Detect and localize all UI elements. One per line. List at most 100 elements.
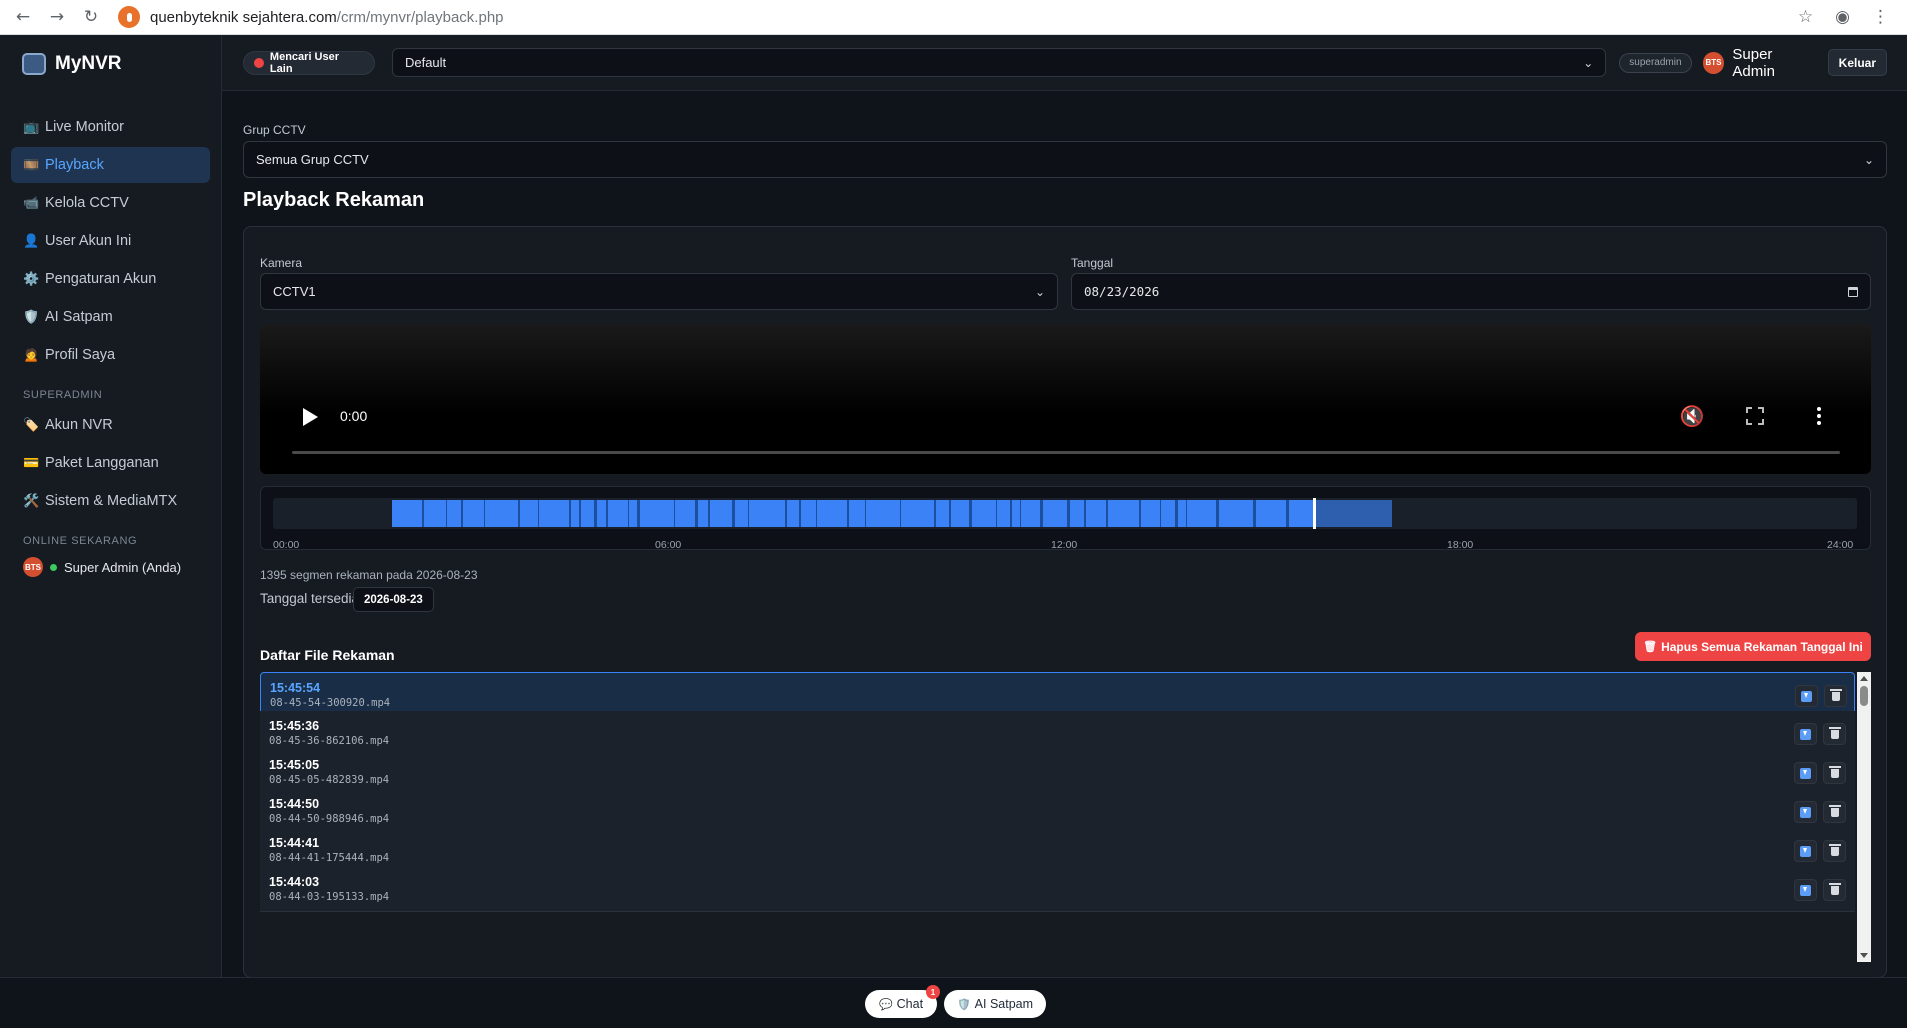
timeline-segment-gap xyxy=(1253,500,1256,527)
profile-select[interactable]: Default ⌄ xyxy=(391,48,1607,77)
file-time: 15:44:41 xyxy=(269,836,320,850)
sidebar-item-user-akun[interactable]: 👤 User Akun Ini xyxy=(11,223,210,259)
date-input-value: 08/23/2026 xyxy=(1084,284,1160,299)
download-icon[interactable] xyxy=(1794,840,1817,862)
download-icon[interactable] xyxy=(1794,879,1817,901)
timeline-segment-gap xyxy=(606,500,608,527)
film-icon: 🎞️ xyxy=(23,157,40,173)
download-icon[interactable] xyxy=(1794,762,1817,784)
video-camera-icon: 📹 xyxy=(23,195,40,211)
camera-label: Kamera xyxy=(260,256,303,270)
top-bar: Mencari User Lain Default ⌄ superadmin B… xyxy=(222,35,1907,91)
sidebar-item-paket-langganan[interactable]: 💳 Paket Langganan xyxy=(11,445,210,481)
segment-summary: 1395 segmen rekaman pada 2026-08-23 xyxy=(260,568,478,582)
file-list-scrollbar[interactable] xyxy=(1857,672,1871,962)
video-time: 0:00 xyxy=(340,408,368,424)
play-icon[interactable] xyxy=(303,408,318,426)
searching-user-label: Mencari User Lain xyxy=(269,50,340,75)
trash-icon[interactable] xyxy=(1823,723,1846,745)
sidebar-item-akun-nvr[interactable]: 🏷️ Akun NVR xyxy=(11,407,210,443)
sidebar-item-label: Playback xyxy=(45,157,104,173)
section-label-superadmin: SUPERADMIN xyxy=(23,389,103,401)
timeline-segment-gap xyxy=(1010,500,1012,527)
sidebar-item-pengaturan-akun[interactable]: ⚙️ Pengaturan Akun xyxy=(11,261,210,297)
forward-icon[interactable]: → xyxy=(46,6,68,28)
mute-icon[interactable]: 🔇 xyxy=(1678,402,1706,430)
timeline-segment-gap xyxy=(674,500,675,527)
calendar-icon[interactable] xyxy=(1848,286,1858,297)
browser-menu-icon[interactable]: ⋮ xyxy=(1872,7,1889,27)
trash-icon[interactable] xyxy=(1823,762,1846,784)
timeline-segment-gap xyxy=(1160,500,1161,527)
trash-icon[interactable] xyxy=(1824,685,1847,707)
timeline-segment-gap xyxy=(969,500,972,527)
reload-icon[interactable]: ↻ xyxy=(80,6,102,28)
sidebar-item-playback[interactable]: 🎞️ Playback xyxy=(11,147,210,183)
ai-satpam-button[interactable]: 🛡️ AI Satpam xyxy=(944,990,1046,1018)
timeline-segment-gap xyxy=(1067,500,1070,527)
recording-timeline[interactable]: 00:00 06:00 12:00 18:00 24:00 xyxy=(260,486,1871,551)
sidebar-item-label: Kelola CCTV xyxy=(45,195,129,211)
sidebar-item-kelola-cctv[interactable]: 📹 Kelola CCTV xyxy=(11,185,210,221)
video-player[interactable]: 0:00 🔇 xyxy=(260,324,1871,474)
timeline-segment-gap xyxy=(847,500,849,527)
logout-button[interactable]: Keluar xyxy=(1827,49,1888,76)
credit-card-icon: 💳 xyxy=(23,455,40,471)
date-input[interactable]: 08/23/2026 xyxy=(1071,273,1871,310)
profile-icon[interactable]: ◉ xyxy=(1835,7,1850,27)
available-date-chip[interactable]: 2026-08-23 xyxy=(353,587,434,612)
camera-select[interactable]: CCTV1 ⌄ xyxy=(260,273,1058,310)
timeline-recording-segment[interactable] xyxy=(392,500,1392,527)
file-row[interactable]: 15:44:03 08-44-03-195133.mp4 xyxy=(260,867,1855,912)
timeline-segment-gap xyxy=(934,500,936,527)
video-progress-bar[interactable] xyxy=(292,451,1840,454)
download-icon[interactable] xyxy=(1794,801,1817,823)
site-info-icon[interactable] xyxy=(118,6,140,28)
file-name: 08-45-54-300920.mp4 xyxy=(270,697,391,709)
download-icon[interactable] xyxy=(1794,723,1817,745)
chat-notification-badge: 1 xyxy=(926,985,940,999)
chevron-down-icon: ⌄ xyxy=(1583,55,1594,70)
timeline-tick: 06:00 xyxy=(655,539,682,551)
user-avatar[interactable]: BTS xyxy=(1702,51,1725,74)
scrollbar-thumb[interactable] xyxy=(1860,686,1868,706)
sidebar-item-label: User Akun Ini xyxy=(45,233,132,249)
delete-all-recordings-button[interactable]: 🗑 Hapus Semua Rekaman Tanggal Ini xyxy=(1635,632,1871,661)
timeline-segment-gap xyxy=(422,500,424,527)
timeline-track[interactable] xyxy=(273,498,1857,529)
download-icon[interactable] xyxy=(1795,685,1818,707)
file-list: 15:45:54 08-45-54-300920.mp4 15:45:36 08… xyxy=(260,672,1871,962)
trash-icon[interactable] xyxy=(1823,801,1846,823)
shield-icon: 🛡️ xyxy=(23,309,40,325)
timeline-segment-gap xyxy=(708,500,710,527)
address-bar[interactable]: quenbyteknik sejahtera.com/crm/mynvr/pla… xyxy=(150,9,504,26)
group-select[interactable]: Semua Grup CCTV ⌄ xyxy=(243,141,1887,178)
timeline-segment-gap xyxy=(748,500,749,527)
sidebar-item-label: AI Satpam xyxy=(45,309,113,325)
back-icon[interactable]: ← xyxy=(12,6,34,28)
scroll-up-icon[interactable] xyxy=(1860,676,1868,681)
sidebar-item-ai-satpam[interactable]: 🛡️ AI Satpam xyxy=(11,299,210,335)
online-user-name: Super Admin (Anda) xyxy=(64,559,182,575)
fullscreen-icon[interactable] xyxy=(1741,402,1769,430)
tv-icon: 📺 xyxy=(23,119,40,135)
timeline-cursor[interactable] xyxy=(1313,498,1316,529)
timeline-segment-gap xyxy=(446,500,447,527)
brand[interactable]: MyNVR xyxy=(0,35,221,93)
sidebar-item-live-monitor[interactable]: 📺 Live Monitor xyxy=(11,109,210,145)
trash-icon[interactable] xyxy=(1823,840,1846,862)
scroll-down-icon[interactable] xyxy=(1860,953,1868,958)
sidebar-item-sistem-mediamtx[interactable]: 🛠️ Sistem & MediaMTX xyxy=(11,483,210,519)
sidebar-item-profil-saya[interactable]: 🙍 Profil Saya xyxy=(11,337,210,373)
searching-user-chip[interactable]: Mencari User Lain xyxy=(243,50,375,75)
sidebar-item-label: Profil Saya xyxy=(45,347,116,363)
camera-select-value: CCTV1 xyxy=(273,284,316,299)
more-options-icon[interactable] xyxy=(1805,402,1833,430)
timeline-segment-gap xyxy=(799,500,801,527)
trash-icon[interactable] xyxy=(1823,879,1846,901)
file-time: 15:44:50 xyxy=(269,797,320,811)
bookmark-star-icon[interactable]: ☆ xyxy=(1798,7,1813,27)
timeline-segment-gap xyxy=(732,500,735,527)
sidebar-item-label: Sistem & MediaMTX xyxy=(45,493,178,509)
sidebar-item-label: Paket Langganan xyxy=(45,455,159,471)
